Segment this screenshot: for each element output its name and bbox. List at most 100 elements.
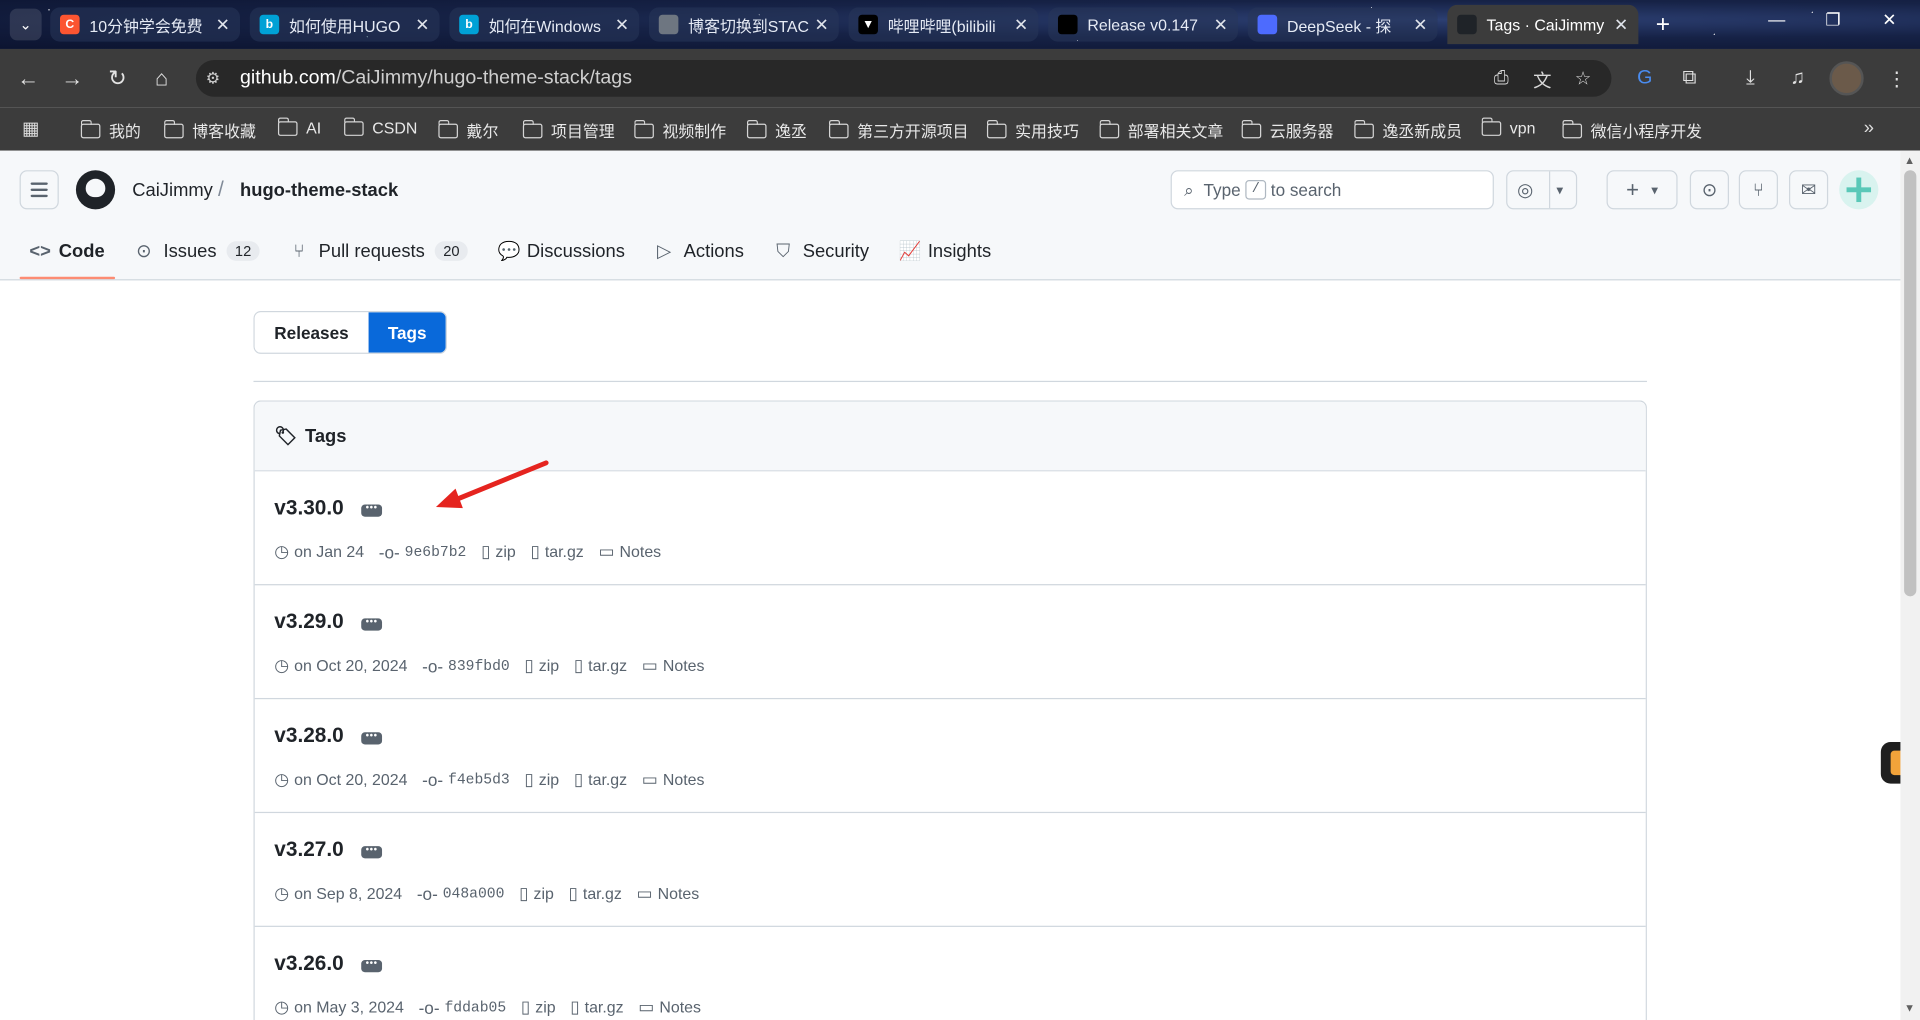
user-avatar[interactable] bbox=[1839, 170, 1879, 210]
browser-tab[interactable]: 博客切换到STAC ✕ bbox=[648, 7, 839, 42]
bookmark-folder[interactable]: 第三方开源项目 bbox=[828, 119, 969, 142]
zip-link[interactable]: zip bbox=[495, 542, 515, 560]
close-tab-icon[interactable]: ✕ bbox=[211, 14, 235, 35]
bookmark-folder[interactable]: 博客收藏 bbox=[163, 119, 256, 142]
bookmark-folder[interactable]: 项目管理 bbox=[522, 119, 615, 142]
tag-name-link[interactable]: v3.30.0 bbox=[274, 496, 343, 520]
tag-date[interactable]: on Jan 24 bbox=[294, 542, 364, 560]
browser-tab[interactable]: C 10分钟学会免费 ✕ bbox=[50, 7, 241, 42]
zip-link[interactable]: zip bbox=[535, 998, 555, 1016]
notes-link[interactable]: Notes bbox=[620, 542, 662, 560]
apps-grid-icon[interactable]: ▦ bbox=[22, 118, 39, 140]
tag-date[interactable]: on Sep 8, 2024 bbox=[294, 884, 402, 902]
scrollbar-thumb[interactable] bbox=[1904, 170, 1917, 597]
inbox-icon[interactable]: ✉ bbox=[1788, 170, 1829, 210]
ellipsis-menu-button[interactable]: ••• bbox=[361, 958, 383, 973]
tab-discussions[interactable]: 💬 Discussions bbox=[488, 227, 635, 276]
restore-icon[interactable]: ❐ bbox=[1815, 10, 1852, 31]
browser-tab[interactable]: DeepSeek - 探 ✕ bbox=[1247, 7, 1438, 42]
tab-pull-requests[interactable]: ⑂ Pull requests 20 bbox=[279, 227, 477, 276]
notes-link[interactable]: Notes bbox=[663, 656, 705, 674]
browser-tab[interactable]: Release v0.147 ✕ bbox=[1048, 7, 1238, 42]
bookmark-folder[interactable]: 视频制作 bbox=[633, 119, 726, 142]
notes-link[interactable]: Notes bbox=[658, 884, 700, 902]
chevron-down-icon[interactable]: ▾ bbox=[1556, 182, 1563, 198]
minimize-icon[interactable]: — bbox=[1758, 10, 1795, 30]
forward-icon[interactable]: → bbox=[59, 65, 86, 92]
zip-link[interactable]: zip bbox=[539, 770, 559, 788]
targz-link[interactable]: tar.gz bbox=[545, 542, 584, 560]
bookmark-folder[interactable]: AI bbox=[277, 116, 321, 137]
tab-security[interactable]: ⛉ Security bbox=[764, 227, 879, 276]
bookmark-folder[interactable]: 部署相关文章 bbox=[1098, 119, 1223, 142]
zip-link[interactable]: zip bbox=[539, 656, 559, 674]
more-bookmarks-icon[interactable]: » bbox=[1864, 118, 1874, 139]
back-icon[interactable]: ← bbox=[15, 65, 42, 92]
browser-tab[interactable]: ▼ 哔哩哔哩(bilibili ✕ bbox=[848, 7, 1039, 42]
tag-name-link[interactable]: v3.29.0 bbox=[274, 610, 343, 634]
tag-date[interactable]: on Oct 20, 2024 bbox=[294, 770, 407, 788]
bookmark-folder[interactable]: 我的 bbox=[80, 119, 141, 142]
targz-link[interactable]: tar.gz bbox=[588, 770, 627, 788]
bookmark-folder[interactable]: 逸丞 bbox=[746, 119, 807, 142]
tag-date[interactable]: on Oct 20, 2024 bbox=[294, 656, 407, 674]
issues-icon[interactable]: ⊙ bbox=[1689, 170, 1729, 210]
bookmark-folder[interactable]: 微信小程序开发 bbox=[1561, 119, 1702, 142]
menu-icon[interactable] bbox=[19, 170, 59, 210]
google-translate-icon[interactable]: G bbox=[1637, 67, 1652, 89]
notes-link[interactable]: Notes bbox=[663, 770, 705, 788]
bookmark-folder[interactable]: vpn bbox=[1481, 116, 1535, 137]
extensions-icon[interactable]: ⧉ bbox=[1682, 67, 1696, 89]
browser-tab[interactable]: b 如何在Windows ✕ bbox=[449, 7, 640, 42]
tag-name-link[interactable]: v3.26.0 bbox=[274, 951, 343, 975]
new-tab-button[interactable]: + bbox=[1648, 10, 1677, 39]
translate-icon[interactable]: 文 bbox=[1533, 67, 1551, 93]
url-text[interactable]: github.com/CaiJimmy/hugo-theme-stack/tag… bbox=[240, 67, 632, 89]
bookmark-folder[interactable]: 逸丞新成员 bbox=[1353, 119, 1462, 142]
tab-actions[interactable]: ▷ Actions bbox=[644, 227, 753, 276]
copilot-button[interactable]: ◎ ▾ bbox=[1506, 170, 1578, 210]
notes-link[interactable]: Notes bbox=[659, 998, 701, 1016]
scroll-down-icon[interactable]: ▼ bbox=[1904, 1002, 1915, 1014]
close-tab-icon[interactable]: ✕ bbox=[1408, 14, 1432, 35]
close-window-icon[interactable]: ✕ bbox=[1871, 10, 1908, 31]
repo-link[interactable]: hugo-theme-stack bbox=[240, 180, 398, 201]
page-scrollbar[interactable]: ▲ ▼ bbox=[1900, 150, 1920, 1020]
profile-avatar[interactable] bbox=[1829, 61, 1864, 96]
close-tab-icon[interactable]: ✕ bbox=[610, 14, 634, 35]
browser-tab[interactable]: b 如何使用HUGO ✕ bbox=[249, 7, 440, 42]
downloads-icon[interactable]: ⤓ bbox=[1746, 67, 1755, 89]
tag-name-link[interactable]: v3.27.0 bbox=[274, 838, 343, 862]
search-input[interactable]: ⌕ Type / to search bbox=[1170, 170, 1494, 210]
close-tab-icon[interactable]: ✕ bbox=[1009, 14, 1033, 35]
commit-sha-link[interactable]: 048a000 bbox=[443, 885, 505, 902]
home-icon[interactable]: ⌂ bbox=[148, 65, 175, 92]
scroll-up-icon[interactable]: ▲ bbox=[1904, 154, 1915, 166]
bookmark-folder[interactable]: 云服务器 bbox=[1241, 119, 1333, 142]
ellipsis-menu-button[interactable]: ••• bbox=[361, 503, 383, 517]
owner-link[interactable]: CaiJimmy bbox=[132, 180, 213, 201]
close-tab-icon[interactable]: ✕ bbox=[410, 14, 434, 35]
close-tab-icon[interactable]: ✕ bbox=[809, 14, 833, 35]
targz-link[interactable]: tar.gz bbox=[583, 884, 622, 902]
github-logo-icon[interactable] bbox=[75, 170, 116, 210]
ellipsis-menu-button[interactable]: ••• bbox=[361, 730, 383, 745]
create-new-button[interactable]: + ▾ bbox=[1606, 170, 1678, 210]
tags-tab[interactable]: Tags bbox=[368, 312, 447, 353]
zip-link[interactable]: zip bbox=[533, 884, 553, 902]
commit-sha-link[interactable]: fddab05 bbox=[444, 999, 506, 1016]
pull-requests-icon[interactable]: ⑂ bbox=[1738, 170, 1778, 210]
reload-icon[interactable]: ↻ bbox=[104, 65, 131, 92]
close-tab-icon[interactable]: ✕ bbox=[1209, 14, 1233, 35]
tag-name-link[interactable]: v3.28.0 bbox=[274, 724, 343, 748]
targz-link[interactable]: tar.gz bbox=[585, 998, 624, 1016]
ellipsis-menu-button[interactable]: ••• bbox=[361, 844, 383, 859]
address-bar[interactable]: ⚙ github.com/CaiJimmy/hugo-theme-stack/t… bbox=[195, 60, 1612, 97]
install-app-icon[interactable]: ⎙ bbox=[1494, 67, 1509, 88]
bookmark-folder[interactable]: 实用技巧 bbox=[986, 119, 1079, 142]
releases-tab[interactable]: Releases bbox=[254, 312, 369, 353]
ellipsis-menu-button[interactable]: ••• bbox=[361, 617, 383, 631]
browser-tab[interactable]: Tags · CaiJimmy ✕ bbox=[1447, 4, 1639, 45]
close-tab-icon[interactable]: ✕ bbox=[1609, 14, 1633, 35]
bookmark-folder[interactable]: 戴尔 bbox=[437, 119, 498, 142]
